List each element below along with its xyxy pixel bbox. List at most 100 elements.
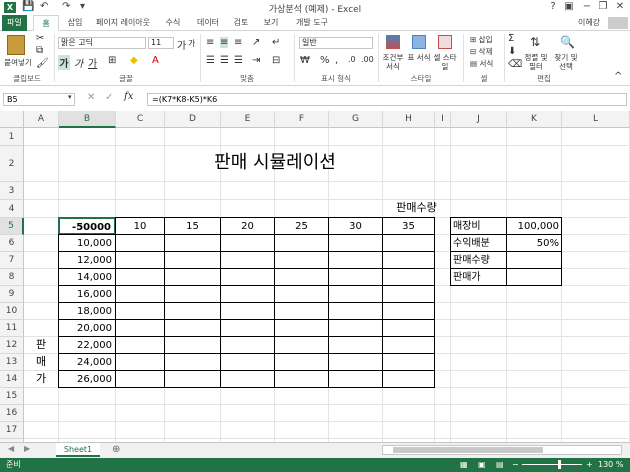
result-cell[interactable] (220, 234, 275, 252)
qty-header-cell[interactable]: 10 (115, 217, 165, 235)
result-cell[interactable] (274, 251, 329, 269)
qty-header-cell[interactable]: 15 (164, 217, 221, 235)
price-cell[interactable]: 24,000 (58, 353, 116, 371)
result-cell[interactable] (382, 268, 435, 286)
cell-styles-icon[interactable] (438, 35, 452, 49)
zoom-level[interactable]: 130 % (598, 458, 623, 472)
tab-file[interactable]: 파일 (2, 15, 27, 31)
number-format-select[interactable]: 일반 (299, 37, 373, 49)
tab-data[interactable]: 데이터 (192, 15, 224, 31)
param-value-cell[interactable] (506, 251, 562, 269)
qty-header-cell[interactable]: 35 (382, 217, 435, 235)
indent-icon[interactable]: ⇥ (252, 55, 260, 66)
price-cell[interactable]: 22,000 (58, 336, 116, 354)
row-header-10[interactable]: 10 (0, 303, 24, 320)
result-cell[interactable] (164, 336, 221, 354)
row-header-7[interactable]: 7 (0, 252, 24, 269)
price-cell[interactable]: 26,000 (58, 370, 116, 388)
qty-header-cell[interactable]: 25 (274, 217, 329, 235)
format-painter-icon[interactable]: 🖌 (36, 58, 49, 69)
tab-review[interactable]: 검토 (228, 15, 254, 31)
result-cell[interactable] (115, 353, 165, 371)
qty-header-cell[interactable]: 30 (328, 217, 383, 235)
result-cell[interactable] (164, 234, 221, 252)
sheet-tab-sheet1[interactable]: Sheet1 (56, 443, 100, 457)
zoom-slider-thumb[interactable] (558, 460, 561, 469)
row-header-2[interactable]: 2 (0, 146, 24, 182)
result-cell[interactable] (328, 285, 383, 303)
percent-button[interactable]: % (320, 55, 330, 66)
column-header-a[interactable]: A (24, 111, 59, 128)
bold-button[interactable]: 가 (58, 55, 70, 70)
cut-icon[interactable]: ✂ (36, 33, 44, 44)
column-header-h[interactable]: H (383, 111, 435, 128)
ribbon-display-icon[interactable]: ▣ (562, 1, 576, 12)
tab-home[interactable]: 홈 (33, 15, 59, 31)
align-center-icon[interactable]: ☰ (220, 55, 229, 66)
autosum-icon[interactable]: Σ (508, 33, 514, 44)
zoom-out-button[interactable]: − (512, 458, 519, 472)
result-cell[interactable] (274, 336, 329, 354)
merge-center-icon[interactable]: ⊟ (272, 55, 280, 66)
add-sheet-icon[interactable]: ⊕ (112, 444, 120, 455)
price-cell[interactable]: 12,000 (58, 251, 116, 269)
format-as-table-icon[interactable] (412, 35, 426, 49)
param-label-cell[interactable]: 수익배분 (450, 234, 507, 252)
close-button[interactable]: ✕ (613, 1, 627, 12)
result-cell[interactable] (220, 302, 275, 320)
underline-button[interactable]: 가 (88, 55, 97, 70)
param-label-cell[interactable]: 판매수량 (450, 251, 507, 269)
fill-color-icon[interactable]: ◆ (130, 55, 138, 66)
result-cell[interactable] (328, 319, 383, 337)
row-header-14[interactable]: 14 (0, 371, 24, 388)
qty-header-cell[interactable]: 20 (220, 217, 275, 235)
horizontal-scrollbar[interactable] (382, 445, 622, 455)
result-cell[interactable] (115, 336, 165, 354)
result-cell[interactable] (115, 234, 165, 252)
result-cell[interactable] (220, 285, 275, 303)
result-cell[interactable] (115, 285, 165, 303)
cell-styles-button[interactable]: 셀 스타일 (432, 53, 458, 71)
result-cell[interactable] (220, 353, 275, 371)
align-middle-icon[interactable]: ≡ (220, 37, 229, 48)
conditional-format-button[interactable]: 조건부 서식 (380, 53, 406, 71)
param-value-cell[interactable]: 100,000 (506, 217, 562, 235)
row-header-3[interactable]: 3 (0, 182, 24, 200)
name-box-dropdown-icon[interactable]: ▾ (68, 93, 72, 101)
price-axis-label[interactable]: 매 (23, 353, 59, 371)
result-cell[interactable] (220, 370, 275, 388)
row-header-8[interactable]: 8 (0, 269, 24, 286)
row-header-16[interactable]: 16 (0, 405, 24, 422)
zoom-slider[interactable] (522, 460, 582, 469)
increase-decimal-icon[interactable]: .0 (348, 55, 356, 64)
tab-page-layout[interactable]: 페이지 레이아웃 (92, 15, 154, 31)
result-cell[interactable] (382, 302, 435, 320)
tab-insert[interactable]: 삽입 (62, 15, 88, 31)
conditional-format-icon[interactable] (386, 35, 400, 49)
row-header-5[interactable]: 5 (0, 218, 24, 235)
row-header-15[interactable]: 15 (0, 388, 24, 405)
find-select-button[interactable]: 찾기 및 선택 (552, 53, 580, 71)
result-cell[interactable] (220, 336, 275, 354)
result-cell[interactable] (382, 319, 435, 337)
copy-icon[interactable]: ⧉ (36, 45, 43, 56)
decrease-decimal-icon[interactable]: .00 (361, 55, 374, 64)
result-cell[interactable] (274, 302, 329, 320)
result-cell[interactable] (115, 370, 165, 388)
paste-button[interactable]: 붙여넣기 (2, 58, 34, 67)
tab-developer[interactable]: 개발 도구 (290, 15, 334, 31)
result-cell[interactable] (115, 302, 165, 320)
result-cell[interactable] (328, 336, 383, 354)
result-cell[interactable] (382, 370, 435, 388)
format-as-table-button[interactable]: 표 서식 (406, 53, 432, 62)
result-cell[interactable] (115, 319, 165, 337)
paste-icon[interactable] (7, 35, 25, 55)
align-left-icon[interactable]: ☰ (206, 55, 215, 66)
result-cell[interactable] (328, 370, 383, 388)
restore-button[interactable]: ❐ (596, 1, 610, 12)
fill-icon[interactable]: ⬇ (508, 46, 516, 57)
row-header-1[interactable]: 1 (0, 128, 24, 146)
price-axis-label[interactable]: 가 (23, 370, 59, 388)
row-header-17[interactable]: 17 (0, 422, 24, 439)
column-header-d[interactable]: D (165, 111, 221, 128)
